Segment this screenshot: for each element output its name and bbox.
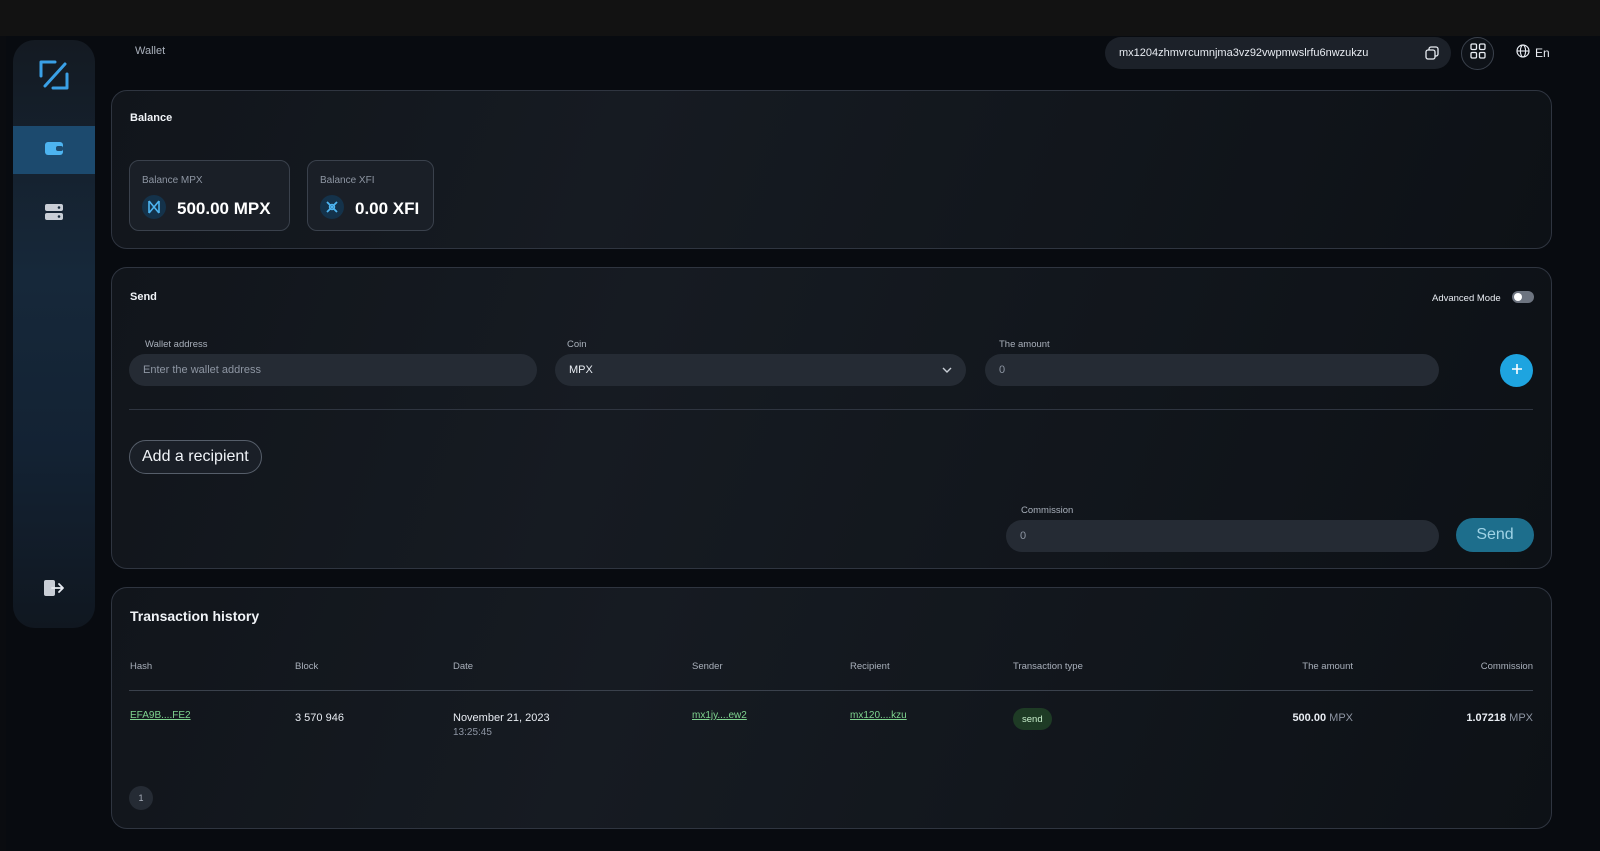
app: Wallet mx1204zhmvrcumnjma3vz92vwpmwslrfu… — [6, 36, 1600, 851]
tx-commission: 1.07218 MPX — [1466, 712, 1533, 724]
tx-date: November 21, 2023 13:25:45 — [453, 712, 550, 738]
wallet-address-input[interactable]: Enter the wallet address — [129, 354, 537, 386]
wallet-icon — [44, 140, 64, 161]
tx-type-badge: send — [1013, 708, 1052, 730]
wallet-address-pill[interactable]: mx1204zhmvrcumnjma3vz92vwpmwslrfu6nwzukz… — [1105, 37, 1451, 69]
amount-label: The amount — [999, 339, 1050, 350]
wallet-address-text: mx1204zhmvrcumnjma3vz92vwpmwslrfu6nwzukz… — [1119, 47, 1369, 59]
transaction-history-panel: Transaction history Hash Block Date Send… — [111, 587, 1552, 829]
sidebar-item-logout[interactable] — [13, 566, 95, 614]
coin-select[interactable]: MPX — [555, 354, 966, 386]
plus-icon — [1511, 362, 1523, 380]
tx-amount-value: 500.00 — [1292, 712, 1327, 724]
breadcrumb: Wallet — [135, 45, 166, 57]
wallet-address-placeholder: Enter the wallet address — [143, 364, 262, 376]
balance-card-xfi: Balance XFI 0.00 XFI — [307, 160, 434, 231]
tx-date-time: 13:25:45 — [453, 727, 492, 738]
pagination-page-1[interactable]: 1 — [129, 786, 153, 810]
column-header-sender: Sender — [692, 661, 723, 672]
balance-panel: Balance Balance MPX 500.00 MPX Balance X… — [111, 90, 1552, 249]
tx-commission-unit: MPX — [1509, 712, 1533, 724]
tx-commission-value: 1.07218 — [1466, 712, 1507, 724]
tx-date-day: November 21, 2023 — [453, 712, 550, 724]
send-button[interactable]: Send — [1456, 518, 1534, 552]
copy-icon[interactable] — [1425, 46, 1439, 63]
wallet-address-label: Wallet address — [145, 339, 208, 350]
table-header-divider — [129, 690, 1533, 691]
qr-icon — [1469, 43, 1486, 64]
tx-amount-unit: MPX — [1329, 712, 1353, 724]
advanced-mode-label: Advanced Mode — [1432, 293, 1501, 304]
chevron-down-icon — [942, 364, 952, 376]
commission-value: 0 — [1020, 530, 1027, 542]
logo-icon[interactable] — [37, 58, 71, 92]
sidebar-item-wallet[interactable] — [13, 126, 95, 174]
tx-block: 3 570 946 — [295, 712, 344, 724]
coin-select-value: MPX — [569, 364, 593, 376]
add-row-button[interactable] — [1500, 354, 1533, 387]
column-header-recipient: Recipient — [850, 661, 890, 672]
advanced-mode-toggle[interactable] — [1512, 291, 1534, 303]
tx-sender-link[interactable]: mx1jy....ew2 — [692, 710, 747, 721]
balance-card-label: Balance XFI — [320, 175, 375, 186]
globe-icon — [1516, 44, 1530, 61]
logout-icon — [43, 579, 65, 602]
language-label: En — [1535, 45, 1550, 60]
window-top-bar — [0, 0, 1600, 36]
xfi-coin-icon — [320, 195, 344, 219]
balance-card-value: 0.00 XFI — [355, 199, 420, 218]
send-panel: Send Advanced Mode Wallet address Enter … — [111, 267, 1552, 569]
balance-card-mpx: Balance MPX 500.00 MPX — [129, 160, 290, 231]
balance-card-value: 500.00 MPX — [177, 199, 271, 218]
tx-hash-link[interactable]: EFA9B....FE2 — [130, 710, 191, 721]
column-header-amount: The amount — [1302, 661, 1353, 672]
commission-label: Commission — [1021, 505, 1074, 516]
language-selector[interactable]: En — [1516, 44, 1550, 61]
balance-title: Balance — [130, 112, 173, 124]
sidebar — [13, 40, 95, 628]
transaction-history-title: Transaction history — [130, 608, 260, 624]
amount-value: 0 — [999, 364, 1006, 376]
sidebar-item-server[interactable] — [13, 190, 95, 238]
add-recipient-button[interactable]: Add a recipient — [129, 440, 262, 474]
column-header-hash: Hash — [130, 661, 153, 672]
column-header-block: Block — [295, 661, 319, 672]
divider — [129, 409, 1533, 410]
commission-input[interactable]: 0 — [1006, 520, 1439, 552]
qr-button[interactable] — [1461, 37, 1494, 70]
balance-card-label: Balance MPX — [142, 175, 203, 186]
server-icon — [44, 203, 64, 226]
mpx-coin-icon — [142, 195, 166, 219]
coin-label: Coin — [567, 339, 587, 350]
tx-amount: 500.00 MPX — [1292, 712, 1353, 724]
column-header-date: Date — [453, 661, 474, 672]
column-header-transaction-type: Transaction type — [1013, 661, 1083, 672]
column-header-commission: Commission — [1480, 661, 1533, 672]
amount-input[interactable]: 0 — [985, 354, 1439, 386]
tx-recipient-link[interactable]: mx120....kzu — [850, 710, 907, 721]
send-title: Send — [130, 291, 157, 303]
